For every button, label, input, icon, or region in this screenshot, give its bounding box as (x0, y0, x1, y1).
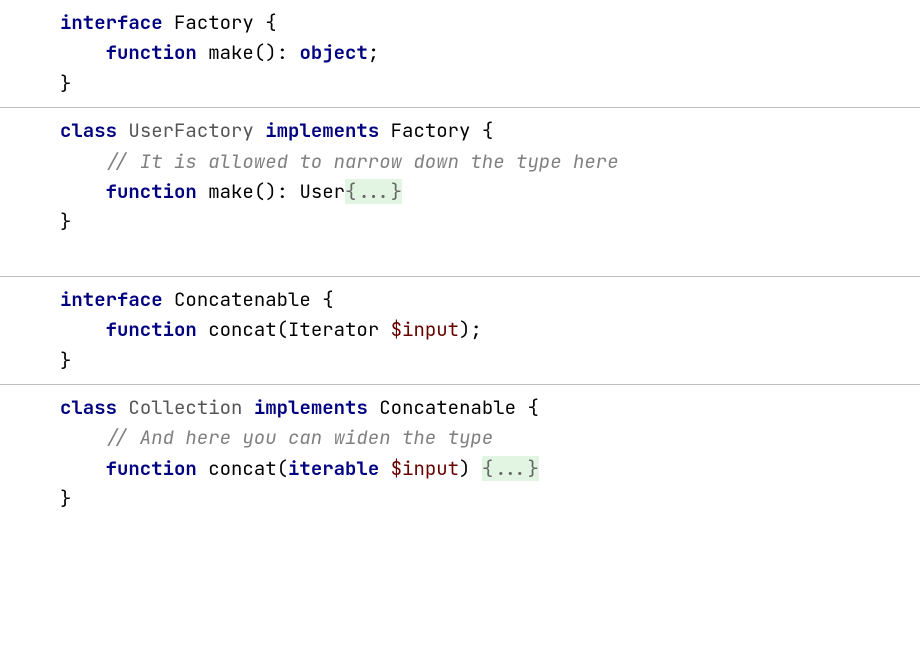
code-line: } (60, 207, 920, 237)
space (311, 287, 322, 312)
code-line: function concat(Iterator $input); (60, 315, 920, 345)
fold-marker[interactable]: {...} (345, 179, 402, 204)
keyword: function (106, 40, 197, 65)
space (117, 118, 128, 143)
space (197, 456, 208, 481)
code-block: interface Factory { function make(): obj… (0, 0, 920, 107)
keyword: function (106, 456, 197, 481)
code-line: function make(): User{...} (60, 177, 920, 207)
space (288, 179, 299, 204)
keyword: interface (60, 287, 163, 312)
space (379, 118, 390, 143)
indent (60, 425, 106, 450)
keyword: implements (265, 118, 379, 143)
punctuation: { (482, 118, 493, 143)
space (379, 456, 390, 481)
indent (60, 456, 106, 481)
space (242, 395, 253, 420)
punctuation: ); (459, 317, 482, 342)
code-line: // And here you can widen the type (60, 423, 920, 453)
code-line: function make(): object; (60, 38, 920, 68)
punctuation: { (265, 10, 276, 35)
identifier: make (208, 179, 254, 204)
punctuation: (): (254, 40, 288, 65)
space (516, 395, 527, 420)
identifier: User (299, 179, 345, 204)
keyword: function (106, 317, 197, 342)
keyword: iterable (288, 456, 379, 481)
space (470, 118, 481, 143)
variable: $input (391, 317, 459, 342)
keyword: interface (60, 10, 163, 35)
punctuation: ) (459, 456, 470, 481)
keyword: object (299, 40, 367, 65)
punctuation: ( (277, 456, 288, 481)
comment: // It is allowed to narrow down the type… (106, 149, 619, 174)
space (163, 10, 174, 35)
space (163, 287, 174, 312)
punctuation: (): (254, 179, 288, 204)
code-block: class Collection implements Concatenable… (0, 384, 920, 523)
indent (60, 40, 106, 65)
code-line: } (60, 69, 920, 99)
indent (60, 149, 106, 174)
variable: $input (391, 456, 459, 481)
punctuation: { (527, 395, 538, 420)
identifier: UserFactory (128, 118, 253, 143)
identifier: Factory (174, 10, 254, 35)
code-block: interface Concatenable { function concat… (0, 276, 920, 384)
code-line: class Collection implements Concatenable… (60, 393, 920, 423)
punctuation: { (322, 287, 333, 312)
indent (60, 317, 106, 342)
block-gap (0, 246, 920, 276)
space (379, 317, 390, 342)
identifier: Concatenable (174, 287, 311, 312)
space (197, 179, 208, 204)
punctuation: ; (368, 40, 379, 65)
punctuation: } (60, 71, 71, 96)
identifier: Iterator (288, 317, 379, 342)
code-line: class UserFactory implements Factory { (60, 116, 920, 146)
space (117, 395, 128, 420)
indent (60, 179, 106, 204)
identifier: concat (208, 456, 276, 481)
keyword: class (60, 118, 117, 143)
code-line: function concat(iterable $input) {...} (60, 454, 920, 484)
identifier: Concatenable (379, 395, 516, 420)
identifier: make (208, 40, 254, 65)
space (197, 317, 208, 342)
space (254, 118, 265, 143)
code-line: } (60, 346, 920, 376)
space (288, 40, 299, 65)
punctuation: } (60, 209, 71, 234)
code-editor[interactable]: interface Factory { function make(): obj… (0, 0, 920, 522)
code-block: class UserFactory implements Factory { /… (0, 107, 920, 246)
punctuation: } (60, 348, 71, 373)
space (368, 395, 379, 420)
keyword: class (60, 395, 117, 420)
identifier: concat (208, 317, 276, 342)
punctuation: ( (277, 317, 288, 342)
space (197, 40, 208, 65)
space (470, 456, 481, 481)
code-line: } (60, 484, 920, 514)
code-line: interface Factory { (60, 8, 920, 38)
identifier: Factory (391, 118, 471, 143)
punctuation: } (60, 486, 71, 511)
space (254, 10, 265, 35)
code-line: interface Concatenable { (60, 285, 920, 315)
keyword: implements (254, 395, 368, 420)
keyword: function (106, 179, 197, 204)
code-line: // It is allowed to narrow down the type… (60, 147, 920, 177)
identifier: Collection (128, 395, 242, 420)
comment: // And here you can widen the type (106, 425, 494, 450)
fold-marker[interactable]: {...} (482, 456, 539, 481)
